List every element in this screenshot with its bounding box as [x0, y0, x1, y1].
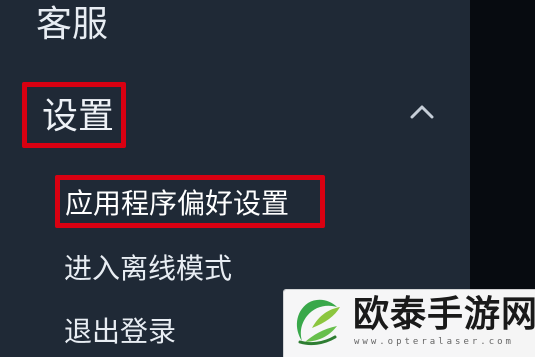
- chevron-up-icon[interactable]: [410, 103, 434, 119]
- settings-section-label: 设置: [42, 96, 115, 137]
- menu-item-customer-service[interactable]: 客服: [36, 4, 108, 46]
- watermark-badge: 欧泰手游网 www.opteralaser.com: [284, 290, 535, 357]
- menu-item-app-preferences[interactable]: 应用程序偏好设置: [55, 175, 325, 228]
- settings-section-header[interactable]: 设置: [22, 82, 126, 148]
- watermark-url: www.opteralaser.com: [354, 337, 514, 347]
- leaf-logo-icon: [292, 295, 342, 350]
- menu-item-logout[interactable]: 退出登录: [64, 315, 176, 349]
- menu-item-offline-mode[interactable]: 进入离线模式: [64, 252, 232, 286]
- watermark-title: 欧泰手游网: [353, 294, 535, 335]
- menu-item-label: 应用程序偏好设置: [65, 187, 290, 220]
